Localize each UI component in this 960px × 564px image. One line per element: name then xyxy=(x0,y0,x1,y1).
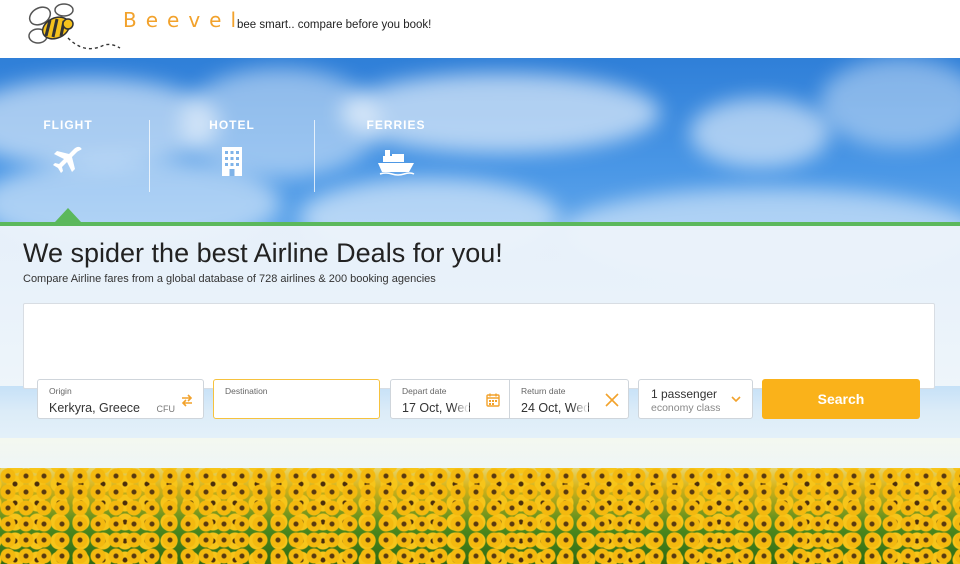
tab-hotel-label: HOTEL xyxy=(209,118,255,132)
logo-text[interactable]: Beevel xyxy=(123,8,245,32)
search-button[interactable]: Search xyxy=(762,379,920,419)
tab-flight[interactable]: FLIGHT xyxy=(8,118,128,178)
tab-ferries-label: FERRIES xyxy=(366,118,426,132)
ship-icon xyxy=(378,150,415,176)
passenger-count: 1 passenger xyxy=(651,387,718,401)
page-subtitle: Compare Airline fares from a global data… xyxy=(23,273,436,285)
page-title: We spider the best Airline Deals for you… xyxy=(23,238,503,268)
clear-date-icon[interactable] xyxy=(604,392,620,408)
search-form xyxy=(23,303,935,389)
destination-field[interactable]: Destination xyxy=(213,379,380,419)
passengers-select[interactable]: 1 passenger economy class xyxy=(638,379,753,419)
calendar-icon[interactable] xyxy=(485,392,501,408)
chevron-down-icon xyxy=(731,396,741,403)
return-date-field[interactable]: Return date 24 Oct, Wed xyxy=(509,379,629,419)
tab-flight-label: FLIGHT xyxy=(43,118,93,132)
active-tab-indicator xyxy=(55,208,81,222)
sunflower-field xyxy=(0,468,960,564)
tab-hotel[interactable]: HOTEL xyxy=(172,118,292,178)
depart-date-field[interactable]: Depart date 17 Oct, Wed xyxy=(390,379,510,419)
destination-label: Destination xyxy=(225,386,268,396)
tagline: bee smart.. compare before you book! xyxy=(237,19,432,31)
bee-logo-icon[interactable] xyxy=(24,2,124,56)
origin-value: Kerkyra, Greece xyxy=(49,401,141,415)
site-header: Beevel bee smart.. compare before you bo… xyxy=(0,0,960,58)
origin-code: CFU xyxy=(156,404,176,414)
swap-icon[interactable] xyxy=(179,392,195,408)
depart-label: Depart date xyxy=(402,386,447,396)
tab-ferries[interactable]: FERRIES xyxy=(336,118,456,178)
origin-label: Origin xyxy=(49,386,72,396)
origin-field[interactable]: Origin Kerkyra, Greece CFU xyxy=(37,379,204,419)
airplane-icon xyxy=(53,146,82,173)
cabin-class: economy class xyxy=(651,402,721,414)
return-label: Return date xyxy=(521,386,566,396)
building-icon xyxy=(222,147,242,176)
